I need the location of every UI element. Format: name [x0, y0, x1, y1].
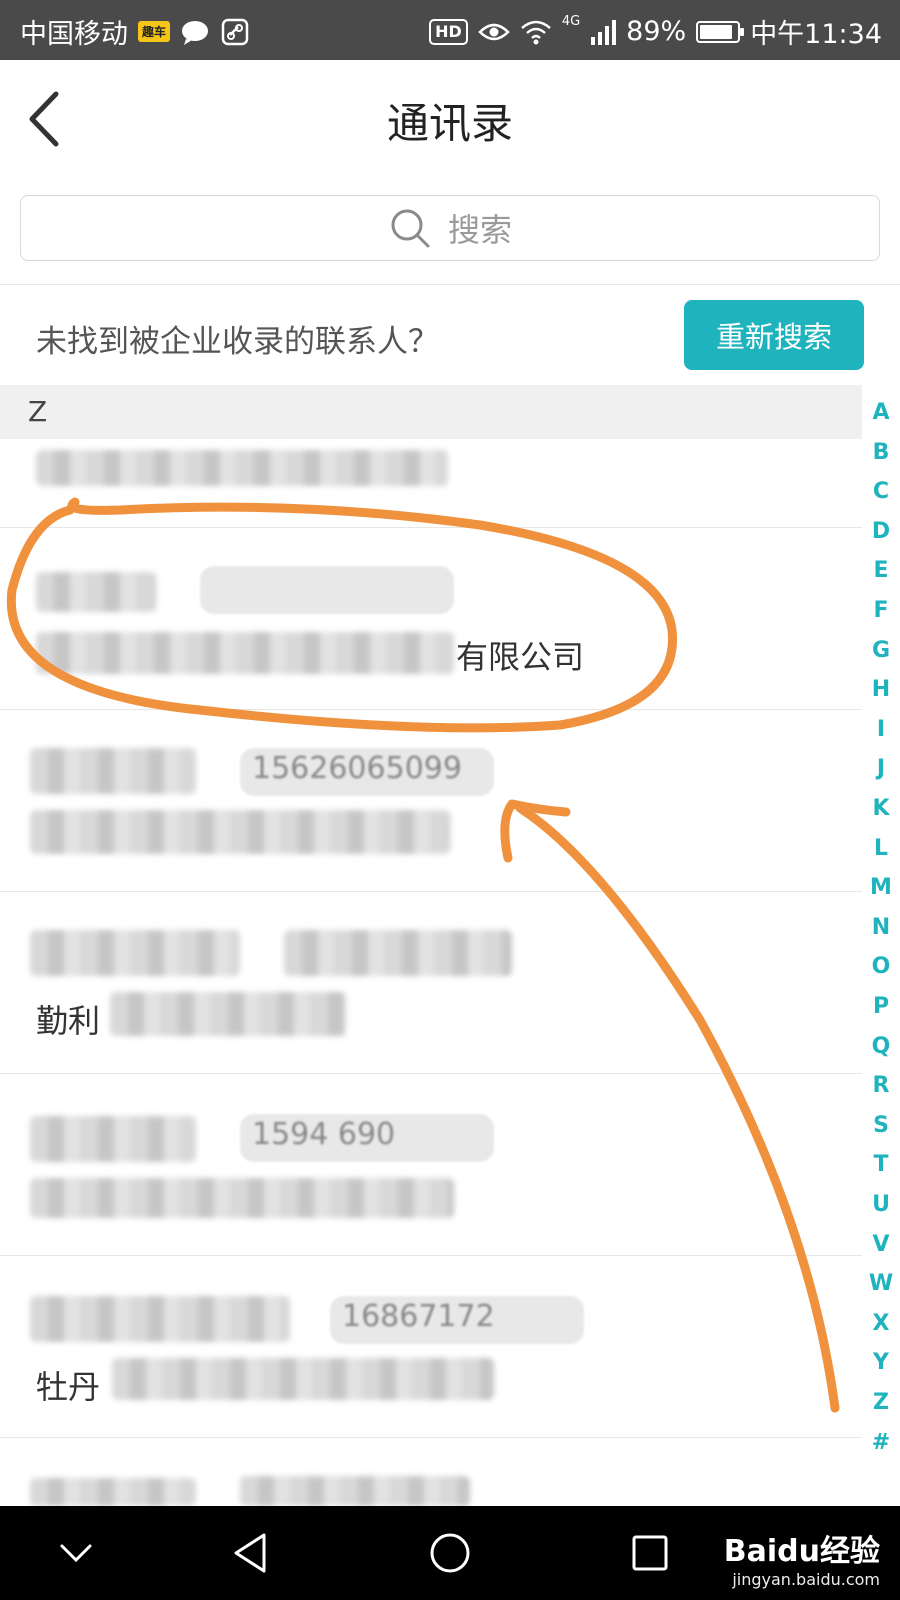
blurred-name — [30, 748, 196, 794]
company-name: 有限公司 — [456, 638, 585, 676]
system-nav-bar: Baidu经验 jingyan.baidu.com — [0, 1506, 900, 1600]
nav-home-button[interactable] — [390, 1506, 510, 1600]
search-input[interactable]: 搜索 — [20, 195, 880, 261]
contact-row[interactable]: 1594 690 — [0, 1074, 862, 1256]
eye-icon — [478, 23, 510, 40]
phone-number: 16867172 — [330, 1296, 584, 1344]
blurred-name — [30, 1116, 196, 1162]
blurred-name — [30, 930, 240, 976]
signal-icon — [591, 19, 617, 45]
contact-row[interactable]: 有限公司 — [0, 528, 862, 710]
index-letter-u[interactable]: U — [862, 1192, 900, 1217]
circle-home-icon — [430, 1533, 470, 1573]
watermark-brand: Baidu经验 — [723, 1534, 880, 1569]
index-letter-m[interactable]: M — [862, 875, 900, 900]
clock: 中午11:34 — [750, 19, 882, 50]
index-letter-x[interactable]: X — [862, 1311, 900, 1336]
index-letter-q[interactable]: Q — [862, 1034, 900, 1059]
blurred-name — [30, 1296, 290, 1342]
index-letter-hash[interactable]: # — [862, 1430, 900, 1455]
research-button[interactable]: 重新搜索 — [684, 300, 864, 370]
square-recents-icon — [632, 1535, 668, 1571]
network-type-label: 4G — [561, 14, 581, 29]
page-title: 通讯录 — [386, 99, 513, 148]
index-letter-c[interactable]: C — [862, 479, 900, 504]
index-letter-j[interactable]: J — [862, 756, 900, 781]
search-placeholder: 搜索 — [447, 211, 512, 249]
wifi-icon — [520, 20, 551, 44]
index-letter-p[interactable]: P — [862, 994, 900, 1019]
index-letter-n[interactable]: N — [862, 915, 900, 940]
blurred-phone — [284, 930, 512, 976]
battery-percent: 89% — [626, 16, 687, 47]
section-header: Z — [0, 385, 862, 439]
contact-row[interactable]: 勤利 — [0, 892, 862, 1074]
index-letter-w[interactable]: W — [862, 1271, 900, 1296]
index-letter-v[interactable]: V — [862, 1232, 900, 1257]
phone-number: 1594 690 — [240, 1114, 494, 1162]
hd-badge: HD — [429, 18, 468, 45]
contact-row[interactable] — [0, 440, 862, 528]
blurred-company — [36, 632, 454, 674]
index-letter-g[interactable]: G — [862, 638, 900, 663]
phone-number: 15626065099 — [240, 748, 494, 796]
chat-bubble-icon — [182, 20, 209, 45]
company-name: 勤利 — [36, 1002, 101, 1040]
index-letter-l[interactable]: L — [862, 836, 900, 861]
phone-number — [200, 566, 454, 614]
company-name: 牡丹 — [36, 1368, 101, 1406]
contact-row[interactable] — [0, 1438, 862, 1506]
index-letter-o[interactable]: O — [862, 954, 900, 979]
nav-recents-button[interactable] — [590, 1506, 710, 1600]
battery-icon — [696, 20, 745, 43]
triangle-back-icon — [234, 1533, 266, 1573]
index-letter-r[interactable]: R — [862, 1073, 900, 1098]
index-letter-s[interactable]: S — [862, 1113, 900, 1138]
carrier-label: 中国移动 — [20, 19, 128, 50]
blurred-name — [36, 572, 156, 612]
divider — [0, 284, 900, 285]
index-letter-z[interactable]: Z — [862, 1390, 900, 1415]
link-icon — [221, 18, 249, 45]
blurred-company — [112, 1358, 494, 1400]
index-letter-f[interactable]: F — [862, 598, 900, 623]
index-letter-k[interactable]: K — [862, 796, 900, 821]
blurred-phone — [240, 1476, 470, 1506]
blurred-company — [30, 1178, 454, 1218]
index-letter-e[interactable]: E — [862, 558, 900, 583]
app-notification-icon: 趣车 — [138, 21, 171, 42]
baidu-watermark: Baidu经验 jingyan.baidu.com — [724, 1526, 880, 1589]
index-letter-y[interactable]: Y — [862, 1350, 900, 1375]
search-icon — [391, 209, 430, 248]
chevron-down-icon — [60, 1544, 92, 1563]
index-letter-h[interactable]: H — [862, 677, 900, 702]
index-letter-i[interactable]: I — [862, 717, 900, 742]
index-letter-b[interactable]: B — [862, 440, 900, 465]
index-letter-a[interactable]: A — [862, 400, 900, 425]
blurred-name — [36, 450, 448, 486]
contact-row[interactable]: 15626065099 — [0, 710, 862, 892]
watermark-url: jingyan.baidu.com — [732, 1570, 880, 1589]
header: 通讯录 — [0, 60, 900, 178]
blurred-company — [30, 810, 450, 854]
index-letter-t[interactable]: T — [862, 1152, 900, 1177]
contact-row[interactable]: 16867172 牡丹 — [0, 1256, 862, 1438]
index-letter-d[interactable]: D — [862, 519, 900, 544]
status-bar: 中国移动 趣车 HD 4G 89% 中午11:34 — [0, 0, 900, 60]
nav-back-button[interactable] — [190, 1506, 310, 1600]
not-found-notice: 未找到被企业收录的联系人？ — [36, 324, 439, 360]
blurred-company — [110, 992, 346, 1036]
nav-collapse-button[interactable] — [16, 1506, 136, 1600]
section-letter: Z — [28, 395, 48, 428]
blurred-name — [30, 1478, 196, 1506]
